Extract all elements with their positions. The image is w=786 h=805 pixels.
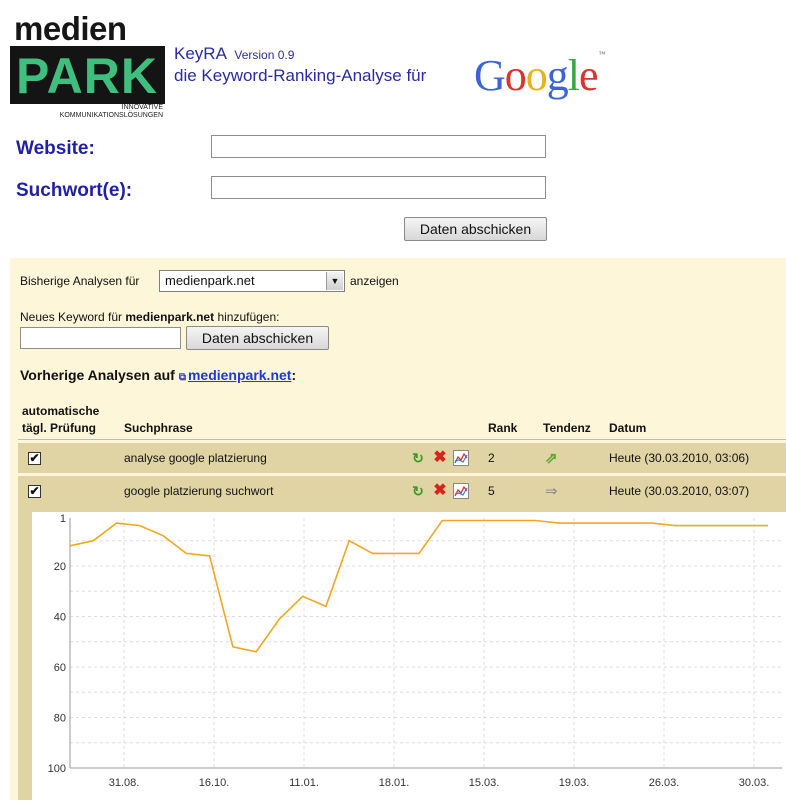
x-tick-label: 11.01. [289, 777, 319, 789]
delete-icon[interactable]: ✖ [432, 483, 448, 499]
app-tagline: die Keyword-Ranking-Analyse für [174, 66, 427, 85]
y-tick-label: 40 [54, 611, 66, 623]
app-version: Version 0.9 [234, 48, 295, 62]
new-keyword-submit-button[interactable]: Daten abschicken [186, 326, 329, 350]
rank-chart-area: 31.08. 16.10. 11.01. 18.01. 15.03. 19.03. 26.0… [32, 512, 786, 800]
new-keyword-input[interactable] [20, 327, 181, 349]
col-date: Datum [609, 421, 647, 435]
x-tick-label: 18.01. [379, 777, 410, 789]
row-rank: 2 [488, 451, 495, 465]
new-keyword-site: medienpark.net [125, 310, 215, 324]
col-auto-check-line2: tägl. Prüfung [22, 421, 96, 435]
col-rank: Rank [488, 421, 518, 435]
external-link-icon: ⧉ [178, 372, 186, 383]
auto-check-checkbox[interactable]: ✔ [28, 485, 41, 498]
row-date: Heute (30.03.2010, 03:06) [609, 451, 750, 465]
y-tick-label: 20 [54, 561, 66, 573]
delete-icon[interactable]: ✖ [432, 450, 448, 466]
rank-chart-panel: 31.08. 16.10. 11.01. 18.01. 15.03. 19.03. 26.0… [18, 506, 786, 800]
col-phrase: Suchphrase [124, 421, 193, 435]
logo-subtitle-1: INNOVATIVE [121, 104, 163, 111]
site-select[interactable]: medienpark.net ▼ [159, 270, 345, 292]
refresh-icon[interactable]: ↻ [410, 483, 426, 499]
prev-analyses-prefix: Bisherige Analysen für [20, 274, 140, 288]
keyword-label: Suchwort(e): [16, 180, 133, 201]
row-date: Heute (30.03.2010, 03:07) [609, 484, 750, 498]
row-phrase: analyse google platzierung [124, 451, 267, 465]
y-tick-label: 1 [60, 513, 66, 525]
x-tick-label: 26.03. [649, 777, 680, 789]
x-tick-label: 19.03. [559, 777, 590, 789]
logo-subtitle-2: KOMMUNIKATIONSLÖSUNGEN [59, 112, 163, 119]
logo-word-park: PARK [16, 48, 158, 104]
submit-button[interactable]: Daten abschicken [404, 217, 547, 241]
website-input[interactable] [211, 135, 546, 158]
arrow-right-icon: ⇒ [545, 483, 558, 500]
logo-park-block: PARK [10, 46, 165, 104]
prev-analyses-suffix: anzeigen [350, 274, 399, 288]
col-auto-check-line1: automatische [22, 404, 100, 418]
chart-icon[interactable] [453, 450, 469, 466]
previous-analyses-heading: Vorherige Analysen auf ⧉ medienpark.net: [20, 367, 296, 383]
y-tick-label: 60 [54, 662, 66, 674]
x-tick-label: 30.03. [739, 777, 770, 789]
app-name: KeyRA [174, 44, 227, 63]
new-keyword-prefix: Neues Keyword für [20, 310, 123, 324]
medienpark-logo: medien PARK INNOVATIVE KOMMUNIKATIONSLÖS… [10, 10, 165, 119]
trademark-mark: ™ [598, 50, 606, 58]
auto-check-checkbox[interactable]: ✔ [28, 452, 41, 465]
col-trend: Tendenz [543, 421, 591, 435]
previous-heading-text: Vorherige Analysen auf [20, 367, 175, 383]
google-logo: Google™ [474, 50, 606, 101]
y-tick-label: 80 [54, 712, 66, 724]
logo-word-medien: medien [14, 10, 127, 47]
rank-series-line [69, 519, 768, 653]
previous-site-link[interactable]: medienpark.net [188, 367, 291, 383]
x-tick-label: 31.08. [109, 777, 140, 789]
table-header-divider [18, 439, 786, 440]
new-keyword-label: Neues Keyword für medienpark.net hinzufü… [20, 310, 280, 324]
chart-icon[interactable] [453, 483, 469, 499]
x-tick-label: 15.03. [469, 777, 500, 789]
row-phrase: google platzierung suchwort [124, 484, 274, 498]
row-rank: 5 [488, 484, 495, 498]
website-label: Website: [16, 138, 95, 159]
previous-heading-colon: : [291, 367, 297, 383]
google-logo-letters: Google [474, 51, 599, 100]
site-select-value: medienpark.net [165, 273, 255, 288]
arrow-up-icon: ⇗ [545, 450, 558, 467]
new-keyword-suffix: hinzufügen: [217, 310, 280, 324]
y-tick-label: 100 [48, 763, 66, 775]
refresh-icon[interactable]: ↻ [410, 450, 426, 466]
x-tick-label: 16.10. [199, 777, 230, 789]
rank-chart: 31.08. 16.10. 11.01. 18.01. 15.03. 19.03. 26.0… [48, 513, 782, 789]
keyword-input[interactable] [211, 176, 546, 199]
chevron-down-icon[interactable]: ▼ [326, 272, 343, 290]
app-title: KeyRA Version 0.9 die Keyword-Ranking-An… [174, 44, 426, 85]
